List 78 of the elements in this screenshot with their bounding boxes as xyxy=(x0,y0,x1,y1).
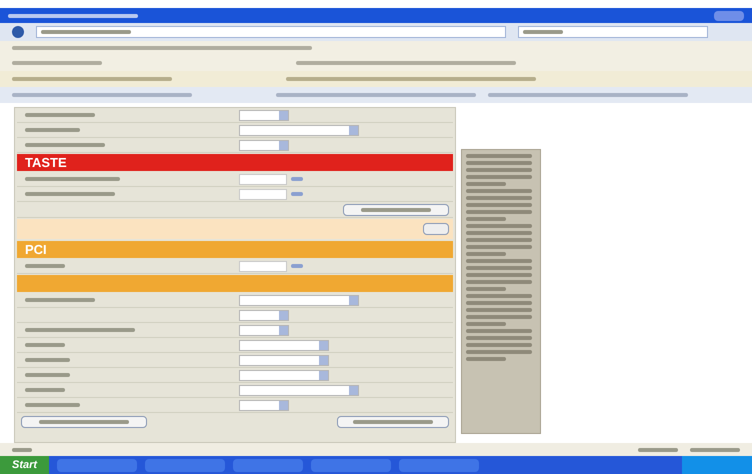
window-controls-icon[interactable] xyxy=(714,10,744,20)
dropdown[interactable] xyxy=(239,140,289,150)
blurred-label xyxy=(466,238,532,242)
input-field[interactable] xyxy=(239,260,287,272)
taskbar-button[interactable] xyxy=(399,458,480,472)
blurred-label xyxy=(466,252,506,256)
search-field[interactable] xyxy=(518,26,708,38)
blurred-label xyxy=(466,322,506,326)
blurred-label xyxy=(466,245,532,249)
section-title: TASTE xyxy=(25,156,67,169)
blurred-label xyxy=(466,336,532,340)
input-field[interactable] xyxy=(239,174,287,184)
taskbar-button[interactable] xyxy=(311,458,392,472)
blurred-label xyxy=(466,357,506,361)
address-bar[interactable] xyxy=(36,26,506,38)
blurred-label xyxy=(466,196,532,200)
blurred-label xyxy=(523,30,563,34)
blurred-label xyxy=(466,168,532,172)
blurred-label xyxy=(25,403,80,407)
action-button[interactable] xyxy=(337,416,449,428)
blurred-label xyxy=(291,264,303,268)
blurred-label xyxy=(466,259,532,263)
blurred-label xyxy=(466,308,532,312)
blurred-label xyxy=(25,343,65,347)
blurred-label xyxy=(25,298,95,302)
blurred-label xyxy=(690,448,740,452)
blurred-label xyxy=(361,208,431,212)
blurred-label xyxy=(466,217,506,221)
dropdown[interactable] xyxy=(239,124,359,136)
blurred-label xyxy=(25,388,65,392)
blurred-label xyxy=(466,280,532,284)
blurred-label xyxy=(291,177,303,181)
system-tray xyxy=(682,456,752,474)
taskbar-button[interactable] xyxy=(145,458,226,472)
action-button[interactable] xyxy=(21,416,147,428)
blurred-label xyxy=(25,264,65,268)
blurred-label xyxy=(25,113,95,117)
blurred-label xyxy=(12,448,32,452)
taskbar-button[interactable] xyxy=(57,458,138,472)
section-title: PCI xyxy=(25,243,47,256)
blurred-label xyxy=(466,350,532,354)
blurred-label xyxy=(466,231,532,235)
blurred-label xyxy=(466,154,532,158)
dropdown[interactable] xyxy=(239,294,359,306)
blurred-label xyxy=(466,315,532,319)
dropdown[interactable] xyxy=(239,400,289,410)
taskbar-button[interactable] xyxy=(233,458,304,472)
blurred-label xyxy=(466,224,532,228)
blurred-label xyxy=(466,287,506,291)
blurred-label xyxy=(466,273,532,277)
blurred-label xyxy=(466,182,506,186)
blurred-label xyxy=(25,373,70,377)
blurred-label xyxy=(466,189,532,193)
input-field[interactable] xyxy=(239,188,287,200)
dropdown[interactable] xyxy=(239,384,359,396)
blurred-label xyxy=(466,294,532,298)
blurred-label xyxy=(466,266,532,270)
dropdown[interactable] xyxy=(239,370,329,380)
blurred-label xyxy=(466,203,532,207)
dropdown[interactable] xyxy=(239,310,289,320)
blurred-label xyxy=(466,210,532,214)
back-icon[interactable] xyxy=(12,26,24,38)
action-button[interactable] xyxy=(343,204,449,216)
dropdown[interactable] xyxy=(239,110,289,120)
blurred-label xyxy=(25,358,70,362)
blurred-label xyxy=(25,128,80,132)
dropdown[interactable] xyxy=(239,324,289,336)
dropdown[interactable] xyxy=(239,340,329,350)
dropdown[interactable] xyxy=(239,354,329,366)
small-button[interactable] xyxy=(423,223,449,235)
blurred-label xyxy=(638,448,678,452)
start-button[interactable]: Start xyxy=(0,456,50,474)
blurred-label xyxy=(466,329,532,333)
blurred-label xyxy=(466,301,532,305)
blurred-label xyxy=(466,343,532,347)
blurred-label xyxy=(291,192,303,196)
blurred-label xyxy=(466,175,532,179)
blurred-label xyxy=(466,161,532,165)
